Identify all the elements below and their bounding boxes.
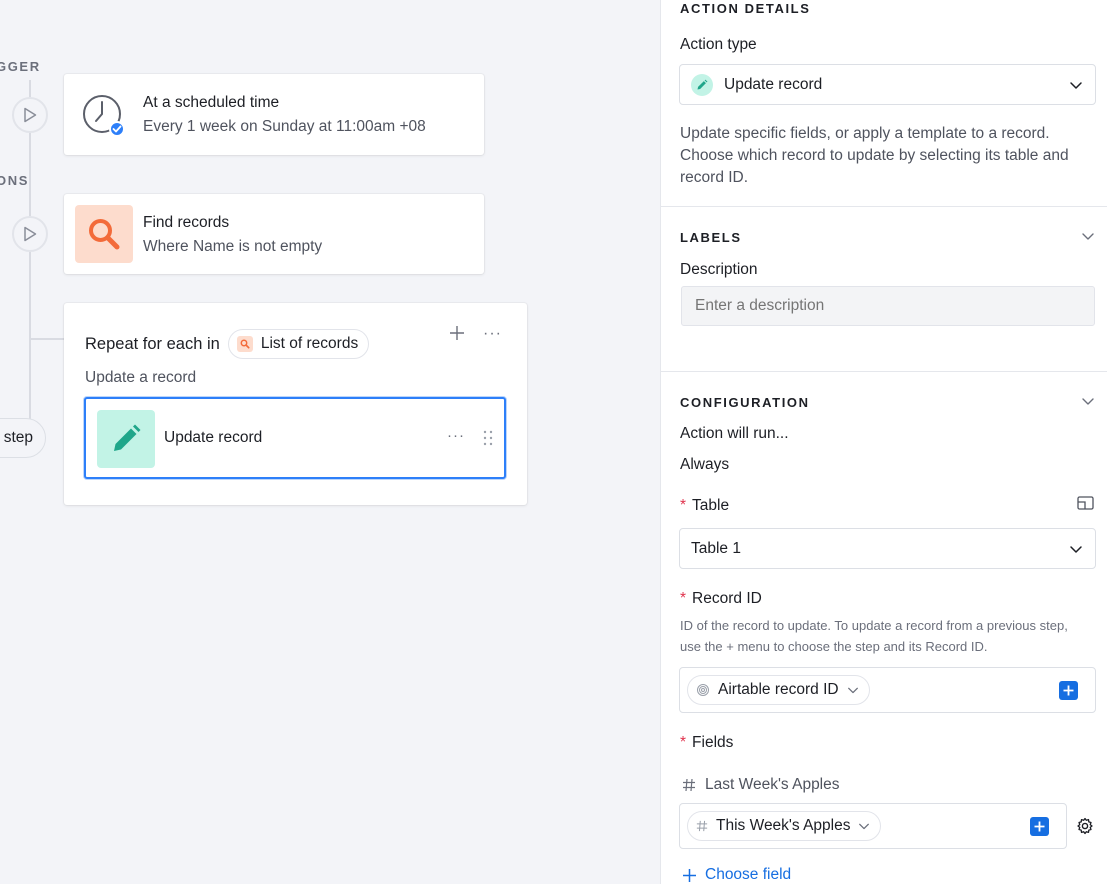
flow-rail [29, 80, 31, 440]
number-field-icon [683, 778, 695, 792]
action-type-label: Action type [680, 36, 757, 53]
labels-header: LABELS [680, 230, 742, 245]
list-of-records-chip[interactable]: List of records [227, 329, 370, 359]
plus-icon [683, 868, 696, 882]
expand-table-button[interactable] [1077, 496, 1094, 516]
fingerprint-icon [697, 684, 709, 696]
chevron-down-icon [1070, 82, 1082, 89]
window-icon [1077, 496, 1094, 510]
action-type-description: Update specific fields, or apply a templ… [680, 125, 1069, 186]
this-weeks-apples-label: This Week's Apples [716, 817, 851, 834]
gear-icon [1077, 817, 1093, 835]
action-type-value: Update record [724, 75, 823, 93]
repeat-title: Repeat for each in [85, 334, 220, 353]
find-records-subtitle: Where Name is not empty [143, 238, 323, 255]
action-details-header: ACTION DETAILS [680, 1, 811, 16]
field-name: Last Week's Apples [705, 776, 840, 793]
insert-field-value-button[interactable] [1030, 817, 1049, 836]
add-step-button[interactable] [449, 325, 465, 346]
automation-canvas: GGER ONS At a scheduled time Every 1 wee… [0, 0, 660, 884]
action-run-label: Action will run... [680, 425, 789, 442]
divider [661, 206, 1107, 207]
airtable-record-id-token[interactable]: Airtable record ID [687, 675, 870, 705]
add-step-pill[interactable]: step [0, 418, 46, 458]
record-id-label-text: Record ID [692, 590, 762, 607]
plus-icon [1034, 821, 1045, 832]
field-row-label: Last Week's Apples [682, 776, 840, 794]
trigger-subtitle: Every 1 week on Sunday at 11:00am +08 [143, 118, 426, 135]
action-run-value: Always [680, 456, 730, 473]
chevron-down-icon [1082, 398, 1094, 405]
update-record-title: Update record [164, 429, 263, 446]
find-records-title: Find records [143, 214, 230, 231]
find-records-card[interactable]: Find records Where Name is not empty [64, 194, 484, 274]
drag-handle-icon[interactable] [483, 430, 493, 451]
pencil-icon [691, 73, 713, 96]
play-icon [24, 107, 37, 123]
table-select[interactable]: Table 1 [679, 528, 1096, 569]
description-input[interactable] [681, 286, 1095, 326]
plus-icon [450, 326, 464, 340]
record-id-help: ID of the record to update. To update a … [680, 618, 1068, 654]
record-id-label: * Record ID [680, 590, 762, 608]
number-field-icon [696, 820, 708, 832]
test-trigger-button[interactable] [12, 97, 48, 133]
flow-branch [29, 338, 65, 340]
clock-icon [82, 94, 125, 137]
choose-field-label: Choose field [705, 866, 792, 883]
step-more-button[interactable]: ··· [447, 427, 465, 444]
search-icon [75, 205, 133, 263]
test-find-button[interactable] [12, 216, 48, 252]
list-of-records-label: List of records [260, 335, 359, 352]
divider [661, 371, 1107, 372]
required-indicator: * [680, 734, 687, 751]
play-icon [24, 226, 37, 242]
update-record-step[interactable]: Update record ··· [84, 397, 506, 479]
field-settings-button[interactable] [1076, 817, 1094, 840]
required-indicator: * [680, 590, 687, 607]
chevron-down-icon [859, 823, 870, 830]
airtable-record-id-label: Airtable record ID [718, 681, 839, 698]
action-type-select[interactable]: Update record [679, 64, 1096, 105]
table-label-text: Table [692, 497, 730, 514]
chevron-down-icon [1082, 233, 1094, 240]
action-details-panel: ACTION DETAILS Action type Update record… [660, 0, 1107, 884]
trigger-card[interactable]: At a scheduled time Every 1 week on Sund… [64, 74, 484, 155]
required-indicator: * [680, 497, 687, 514]
more-icon: ··· [483, 325, 502, 342]
record-id-field[interactable]: Airtable record ID [679, 667, 1096, 713]
collapse-labels-button[interactable] [1081, 229, 1095, 248]
table-label: * Table [680, 497, 729, 515]
fields-label-text: Fields [692, 734, 734, 751]
chevron-down-icon [1070, 546, 1082, 553]
more-options-button[interactable]: ··· [483, 325, 502, 343]
pencil-icon [97, 410, 155, 468]
repeat-subtitle: Update a record [85, 369, 197, 386]
description-label: Description [680, 261, 758, 278]
collapse-configuration-button[interactable] [1081, 394, 1095, 413]
actions-section-label: ONS [0, 173, 29, 188]
plus-icon [1063, 685, 1074, 696]
table-select-value: Table 1 [691, 539, 741, 557]
chevron-down-icon [847, 687, 858, 694]
trigger-section-label: GGER [0, 59, 41, 74]
add-step-pill-label: step [3, 429, 33, 446]
this-weeks-apples-token[interactable]: This Week's Apples [687, 811, 882, 841]
fields-label: * Fields [680, 734, 733, 752]
choose-field-button[interactable]: Choose field [682, 866, 791, 884]
more-icon: ··· [447, 427, 465, 444]
configuration-header: CONFIGURATION [680, 395, 810, 410]
repeat-group-card[interactable]: Repeat for each in List of records ··· U… [64, 303, 527, 505]
trigger-title: At a scheduled time [143, 94, 280, 111]
field-value-input[interactable]: This Week's Apples [679, 803, 1067, 849]
search-icon [236, 336, 253, 352]
insert-dynamic-value-button[interactable] [1059, 681, 1078, 700]
